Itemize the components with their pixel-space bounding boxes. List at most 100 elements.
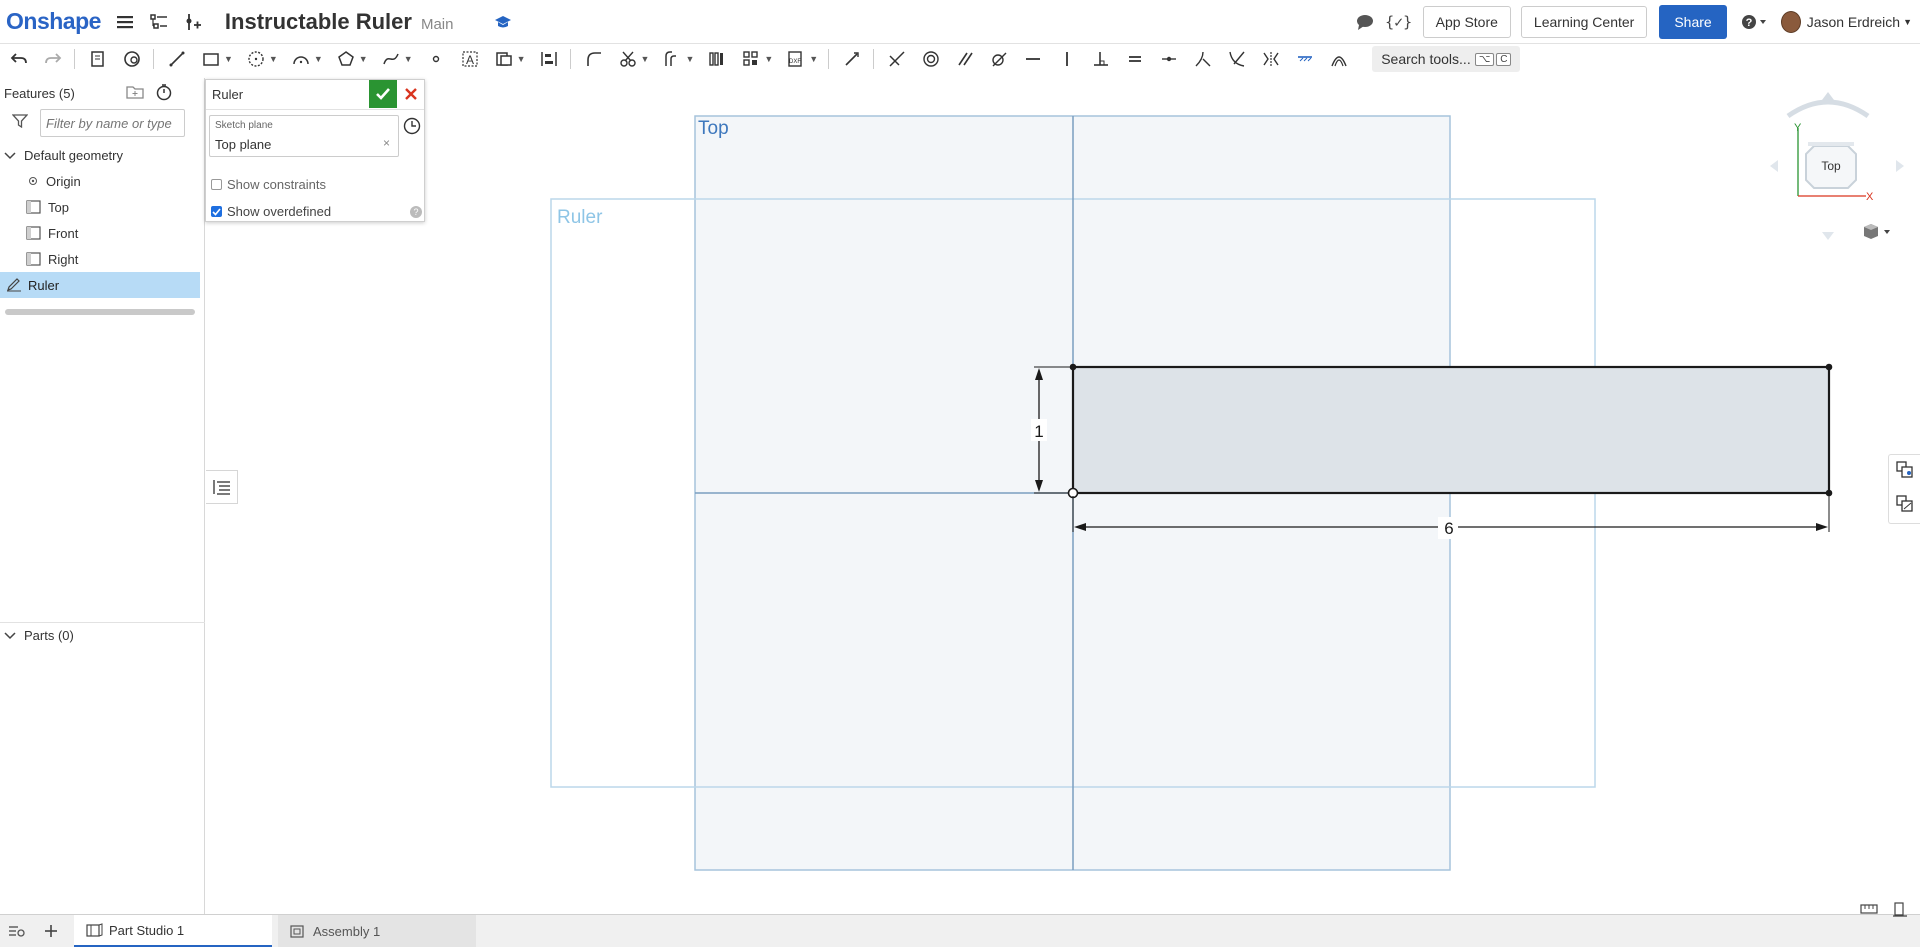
search-tools-button[interactable]: Search tools... ⌥ C xyxy=(1372,46,1521,72)
view-arrow-up-icon[interactable] xyxy=(1822,92,1834,100)
parts-group[interactable]: Parts (0) xyxy=(0,622,205,648)
equal-constraint-icon[interactable] xyxy=(1124,48,1146,70)
ruler-rectangle[interactable] xyxy=(1071,365,1831,495)
coincident-constraint-icon[interactable] xyxy=(886,48,908,70)
onshape-logo[interactable]: Onshape xyxy=(6,8,101,35)
view-cube-edge[interactable] xyxy=(1808,142,1854,146)
curvature-constraint-icon[interactable] xyxy=(1328,48,1350,70)
construction-tool-icon[interactable] xyxy=(493,48,515,70)
chevron-down-icon[interactable]: ▼ xyxy=(517,54,526,64)
insert-icon[interactable] xyxy=(179,8,207,36)
feature-list-icon[interactable] xyxy=(145,8,173,36)
tree-item-right[interactable]: Right xyxy=(0,246,204,272)
tab-part-studio[interactable]: Part Studio 1 xyxy=(74,915,272,947)
units-icon[interactable] xyxy=(1860,902,1878,923)
arc-tool-icon[interactable] xyxy=(290,48,312,70)
redo-icon[interactable] xyxy=(42,48,64,70)
tree-item-ruler[interactable]: Ruler xyxy=(0,272,200,298)
accept-button[interactable] xyxy=(369,80,397,108)
point-tool-icon[interactable] xyxy=(425,48,447,70)
tangent-constraint-icon[interactable] xyxy=(988,48,1010,70)
show-constraints-row[interactable]: Show constraints xyxy=(211,177,326,192)
concentric-constraint-icon[interactable] xyxy=(920,48,942,70)
midpoint-constraint-icon[interactable] xyxy=(1158,48,1180,70)
rectangle-tool-icon[interactable] xyxy=(200,48,222,70)
user-menu[interactable]: Jason Erdreich ▼ xyxy=(1780,11,1912,33)
linear-pattern-icon[interactable] xyxy=(706,48,728,70)
spline-tool-icon[interactable] xyxy=(380,48,402,70)
add-feature-folder-icon[interactable] xyxy=(125,84,145,103)
undo-icon[interactable] xyxy=(8,48,30,70)
offset-tool-icon[interactable] xyxy=(661,48,683,70)
graphics-area[interactable]: 1 6 Top Ruler xyxy=(206,76,1920,914)
polygon-tool-icon[interactable] xyxy=(335,48,357,70)
dim-height-value[interactable]: 1 xyxy=(1034,422,1043,441)
show-overdefined-row[interactable]: Show overdefined xyxy=(211,204,331,219)
tree-item-origin[interactable]: Origin xyxy=(0,168,204,194)
sketch-canvas[interactable]: 1 6 Top Ruler xyxy=(206,76,1920,914)
dxf-import-icon[interactable]: DXF xyxy=(785,48,807,70)
sketch-list-toggle[interactable] xyxy=(206,470,238,504)
display-mode-icon[interactable] xyxy=(1862,222,1892,242)
top-plane-label[interactable]: Top xyxy=(698,118,729,139)
horizontal-constraint-icon[interactable] xyxy=(1022,48,1044,70)
view-arrow-left-icon[interactable] xyxy=(1770,160,1778,172)
sketch-vertex[interactable] xyxy=(1825,489,1833,497)
help-icon[interactable]: ? xyxy=(410,206,422,218)
hamburger-menu-icon[interactable] xyxy=(111,8,139,36)
sketch-plane-field[interactable]: Sketch plane Top plane × xyxy=(209,115,399,157)
measure-icon[interactable] xyxy=(1892,902,1908,923)
dim-width-value[interactable]: 6 xyxy=(1444,519,1453,538)
parametric-icon[interactable] xyxy=(121,48,143,70)
show-constraints-checkbox[interactable] xyxy=(211,179,222,190)
align-tool-icon[interactable] xyxy=(538,48,560,70)
tree-item-front[interactable]: Front xyxy=(0,220,204,246)
vertical-constraint-icon[interactable] xyxy=(1056,48,1078,70)
sketch-icon[interactable] xyxy=(87,48,109,70)
chevron-down-icon[interactable]: ▼ xyxy=(809,54,818,64)
chevron-down-icon[interactable]: ▼ xyxy=(404,54,413,64)
trim-tool-icon[interactable] xyxy=(617,48,639,70)
rollback-bar[interactable] xyxy=(5,309,195,315)
chevron-down-icon[interactable]: ▼ xyxy=(641,54,650,64)
symmetric-constraint-icon[interactable] xyxy=(1260,48,1282,70)
pierce-constraint-icon[interactable] xyxy=(1226,48,1248,70)
chevron-down-icon[interactable]: ▼ xyxy=(224,54,233,64)
chevron-down-icon[interactable]: ▼ xyxy=(764,54,773,64)
tree-item-top[interactable]: Top xyxy=(0,194,204,220)
tab-assembly[interactable]: Assembly 1 xyxy=(278,915,476,947)
view-normal-icon[interactable] xyxy=(403,117,421,135)
sketch-vertex[interactable] xyxy=(1825,363,1833,371)
share-button[interactable]: Share xyxy=(1659,5,1727,39)
chevron-down-icon[interactable] xyxy=(4,148,16,163)
view-arrow-right-icon[interactable] xyxy=(1896,160,1904,172)
learning-center-button[interactable]: Learning Center xyxy=(1520,6,1648,38)
chevron-down-icon[interactable]: ▼ xyxy=(314,54,323,64)
chevron-down-icon[interactable]: ▼ xyxy=(685,54,694,64)
view-arrow-down-icon[interactable] xyxy=(1822,232,1834,240)
branch-label[interactable]: Main xyxy=(421,16,454,33)
comment-icon[interactable] xyxy=(1351,8,1379,36)
show-overdefined-checkbox[interactable] xyxy=(211,206,222,217)
chevron-down-icon[interactable]: ▼ xyxy=(359,54,368,64)
graduation-cap-icon[interactable] xyxy=(489,8,517,36)
filter-icon[interactable] xyxy=(11,113,29,133)
perpendicular-constraint-icon[interactable] xyxy=(1090,48,1112,70)
cancel-button[interactable] xyxy=(398,80,424,108)
chevron-down-icon[interactable] xyxy=(4,628,16,643)
featurescript-icon[interactable]: {✓} xyxy=(1385,8,1413,36)
pattern-tool-icon[interactable] xyxy=(740,48,762,70)
default-geometry-group[interactable]: Default geometry xyxy=(0,142,204,168)
sketch-label[interactable]: Ruler xyxy=(557,207,603,228)
sketch-dialog-title[interactable]: Ruler xyxy=(212,87,243,102)
tab-manager-icon[interactable] xyxy=(0,915,34,947)
circle-tool-icon[interactable] xyxy=(245,48,267,70)
rollback-timer-icon[interactable] xyxy=(155,83,173,104)
fillet-tool-icon[interactable] xyxy=(583,48,605,70)
fix-constraint-icon[interactable] xyxy=(1294,48,1316,70)
line-tool-icon[interactable] xyxy=(166,48,188,70)
add-tab-icon[interactable] xyxy=(34,915,68,947)
parallel-constraint-icon[interactable] xyxy=(954,48,976,70)
text-tool-icon[interactable]: A xyxy=(459,48,481,70)
appearance-panel-icon[interactable] xyxy=(1895,460,1915,485)
